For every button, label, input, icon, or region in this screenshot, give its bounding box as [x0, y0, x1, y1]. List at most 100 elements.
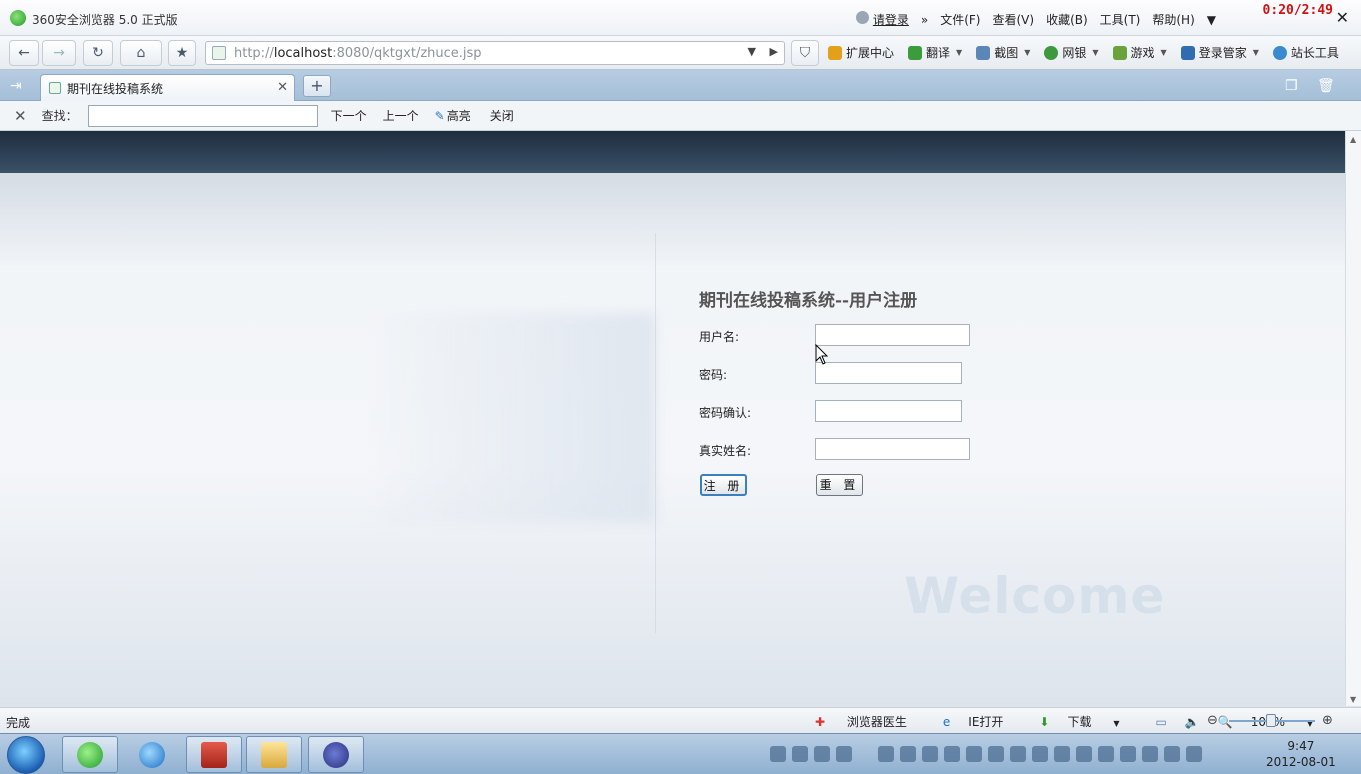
password-confirm-input[interactable]	[815, 400, 962, 422]
taskbar-ie[interactable]	[124, 736, 180, 773]
tray-network-icon[interactable]	[1164, 746, 1180, 762]
refresh-button[interactable]: ↻	[83, 40, 113, 66]
scroll-down-icon[interactable]: ▼	[1350, 695, 1356, 704]
clock-time: 9:47	[1287, 739, 1315, 753]
forward-button[interactable]: →	[42, 40, 76, 66]
mouse-cursor-icon	[815, 344, 829, 365]
download-icon: ⬇	[1039, 715, 1050, 729]
status-bar: 完成 ✚ 浏览器医生 eIE打开 ⬇下载 ▼ ▭ 🔈 🔍100% ▼ ⊖ ⊕	[0, 707, 1361, 733]
login-link[interactable]: 请登录	[855, 11, 909, 28]
tool-translate[interactable]: 翻译 ▼	[908, 44, 962, 61]
back-button[interactable]: ←	[9, 40, 39, 66]
tray-refresh-icon[interactable]	[1054, 746, 1070, 762]
shield-icon: ⛉	[799, 45, 811, 61]
clock[interactable]: 9:47 2012-08-01	[1266, 738, 1336, 770]
register-button[interactable]: 注 册	[700, 474, 747, 496]
sidebar-toggle-icon[interactable]: ⇥	[10, 78, 22, 94]
find-input[interactable]	[87, 104, 318, 127]
skin-icon[interactable]: ▼	[1207, 13, 1216, 27]
tray-app-icon[interactable]	[814, 746, 830, 762]
bank-icon	[1044, 45, 1059, 60]
security-button[interactable]: ⛉	[791, 40, 819, 66]
tray-qq-icon[interactable]	[878, 746, 894, 762]
star-icon: ★	[175, 45, 189, 61]
tray-note-icon[interactable]	[1032, 746, 1048, 762]
browser-doctor-label: 浏览器医生	[846, 715, 907, 729]
tray-monitor-icon[interactable]	[988, 746, 1004, 762]
zoom-out-icon[interactable]: ⊖	[1207, 713, 1218, 728]
trash-icon[interactable]: 🗑	[1317, 78, 1335, 94]
window-icon[interactable]: ▭	[1155, 715, 1166, 729]
find-close-icon[interactable]: ✕	[14, 107, 27, 125]
window-title: 360安全浏览器 5.0 正式版	[32, 13, 178, 27]
menu-file[interactable]: 文件(F)	[940, 11, 980, 28]
tray-keyboard-icon[interactable]	[770, 746, 786, 762]
download-button[interactable]: ⬇ 下载 ▼	[1039, 713, 1137, 730]
tool-bank[interactable]: 网银 ▼	[1044, 44, 1099, 61]
welcome-watermark: Welcome	[904, 567, 1166, 625]
refresh-icon: ↻	[92, 45, 104, 61]
home-button[interactable]: ⌂	[120, 40, 162, 66]
address-dropdown-icon[interactable]: ▼	[748, 45, 756, 58]
menu-help[interactable]: 帮助(H)	[1152, 11, 1194, 28]
tray-user-icon[interactable]	[836, 746, 852, 762]
address-bar[interactable]: http://localhost:8080/qktgxt/zhuce.jsp ▼…	[205, 41, 785, 65]
go-icon[interactable]: ▶	[770, 45, 778, 58]
tray-shield-icon[interactable]	[1010, 746, 1026, 762]
favorite-button[interactable]: ★	[168, 40, 196, 66]
browser-doctor-button[interactable]: ✚ 浏览器医生	[815, 713, 925, 730]
tray-window-icon[interactable]	[792, 746, 808, 762]
tray-tool-icon[interactable]	[966, 746, 982, 762]
tray-volume-icon[interactable]	[1186, 746, 1202, 762]
tab-close-icon[interactable]: ✕	[277, 80, 288, 95]
menu-view[interactable]: 查看(V)	[992, 11, 1034, 28]
taskbar-360-browser[interactable]	[62, 736, 118, 773]
realname-input[interactable]	[815, 438, 970, 460]
tray-bird-icon[interactable]	[944, 746, 960, 762]
tool-game[interactable]: 游戏 ▼	[1112, 44, 1167, 61]
username-input[interactable]	[815, 324, 970, 346]
find-prev-button[interactable]: 上一个	[383, 107, 419, 124]
toolbox-icon	[201, 741, 227, 768]
dropdown-icon: ▼	[1113, 719, 1120, 728]
vertical-scrollbar[interactable]: ▲ ▼	[1345, 131, 1361, 706]
sound-icon[interactable]: 🔈	[1185, 715, 1200, 729]
tray-device-icon[interactable]	[1142, 746, 1158, 762]
ie-open-button[interactable]: e IE打开	[943, 713, 1022, 730]
zoom-slider-handle[interactable]	[1266, 714, 1276, 727]
menu-tools[interactable]: 工具(T)	[1100, 11, 1141, 28]
reset-button[interactable]: 重 置	[816, 474, 863, 496]
tray-app-icon[interactable]	[1076, 746, 1092, 762]
taskbar-toolbox[interactable]	[186, 736, 242, 773]
restore-tabs-icon[interactable]: ❐	[1285, 78, 1298, 94]
dropdown-icon: ▼	[1092, 48, 1099, 57]
eclipse-icon	[323, 741, 349, 768]
tray-usb-icon[interactable]	[1098, 746, 1114, 762]
find-close-button[interactable]: 关闭	[490, 107, 514, 124]
scroll-up-icon[interactable]: ▲	[1350, 135, 1356, 144]
taskbar-eclipse[interactable]	[308, 736, 364, 773]
taskbar-folder[interactable]	[246, 736, 302, 773]
find-highlight-button[interactable]: ✎ 高亮	[435, 107, 471, 124]
tool-login-manager[interactable]: 登录管家 ▼	[1180, 44, 1259, 61]
more-icon[interactable]: »	[921, 13, 928, 27]
system-tray	[770, 746, 1202, 762]
tool-webmaster[interactable]: 站长工具	[1272, 44, 1339, 61]
menu-favorites[interactable]: 收藏(B)	[1046, 11, 1088, 28]
new-tab-button[interactable]: +	[303, 75, 331, 97]
folder-icon	[261, 741, 287, 768]
find-next-button[interactable]: 下一个	[331, 107, 367, 124]
tray-flag-icon[interactable]	[1120, 746, 1136, 762]
password-input[interactable]	[815, 362, 962, 384]
tab-active[interactable]: 期刊在线投稿系统 ✕	[40, 74, 295, 101]
page-content: Welcome 期刊在线投稿系统--用户注册 用户名: 密码: 密码确认: 真实…	[0, 131, 1345, 706]
tray-qq-icon[interactable]	[922, 746, 938, 762]
tool-game-label: 游戏	[1130, 46, 1155, 60]
tool-screenshot[interactable]: 截图 ▼	[976, 44, 1030, 61]
start-button[interactable]	[7, 736, 45, 774]
tool-extensions[interactable]: 扩展中心	[828, 44, 894, 61]
window-close-button[interactable]: ✕	[1336, 8, 1349, 27]
tray-qq-icon[interactable]	[900, 746, 916, 762]
label-password-confirm: 密码确认:	[699, 406, 752, 420]
zoom-in-icon[interactable]: ⊕	[1322, 713, 1333, 728]
